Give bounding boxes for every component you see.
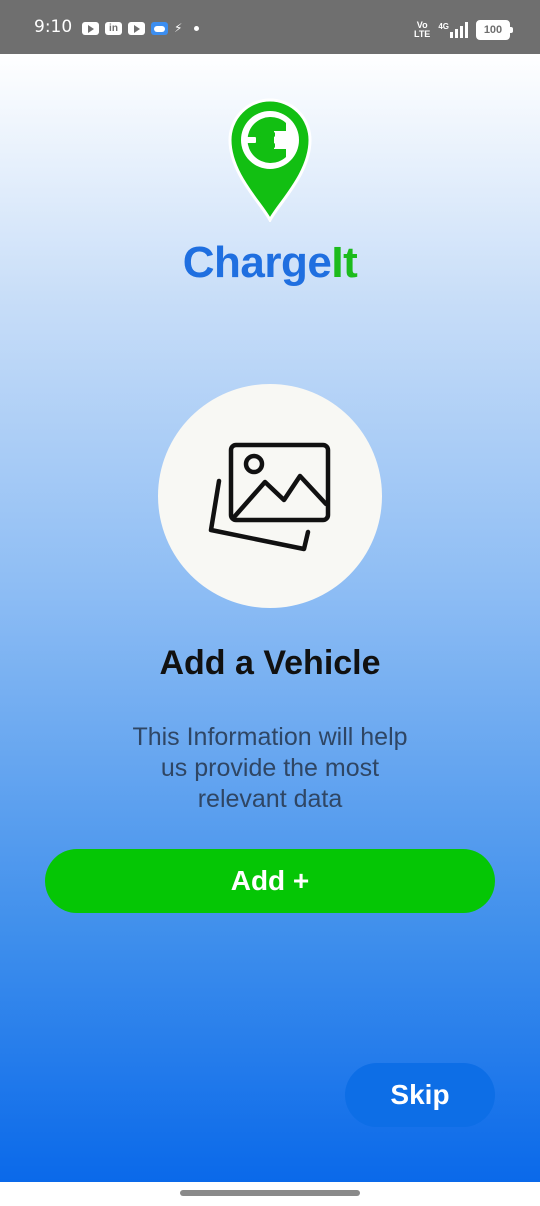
description-line: us provide the most [160, 754, 380, 782]
notification-icons: in ⚡︎ [82, 21, 200, 35]
flash-icon: ⚡︎ [174, 21, 183, 35]
status-bar: 9:10 in ⚡︎ Vo LTE 4G 100 [0, 0, 540, 54]
navigation-bar [0, 1182, 540, 1206]
linkedin-icon: in [105, 22, 122, 35]
youtube-icon [128, 22, 145, 35]
description-text: This Information will help us provide th… [100, 722, 440, 815]
chargeit-logo-icon [228, 98, 312, 222]
battery-icon: 100 [476, 20, 513, 40]
page-heading: Add a Vehicle [159, 644, 381, 682]
description-line: relevant data [197, 785, 343, 813]
add-vehicle-screen: ChargeIt Add a Vehicle This Information … [0, 54, 540, 1182]
signal-icon [450, 22, 468, 38]
volte-bottom: LTE [413, 29, 431, 39]
youtube-icon [82, 22, 99, 35]
weather-icon [151, 22, 168, 35]
description-line: This Information will help [132, 723, 408, 751]
vehicle-image-placeholder [158, 384, 382, 608]
network-type: 4G [438, 22, 449, 31]
add-vehicle-button[interactable]: Add + [45, 849, 495, 913]
dot-icon [194, 26, 200, 31]
status-time: 9:10 [34, 17, 73, 37]
system-icons: Vo LTE 4G 100 [414, 20, 513, 40]
skip-button[interactable]: Skip [345, 1063, 495, 1127]
home-indicator[interactable] [180, 1190, 360, 1196]
app-title-part1: Charge [182, 238, 332, 287]
image-gallery-icon [208, 442, 331, 552]
volte-icon: Vo LTE [414, 21, 430, 39]
app-title-part2: It [331, 238, 358, 287]
app-title: ChargeIt [0, 238, 540, 288]
